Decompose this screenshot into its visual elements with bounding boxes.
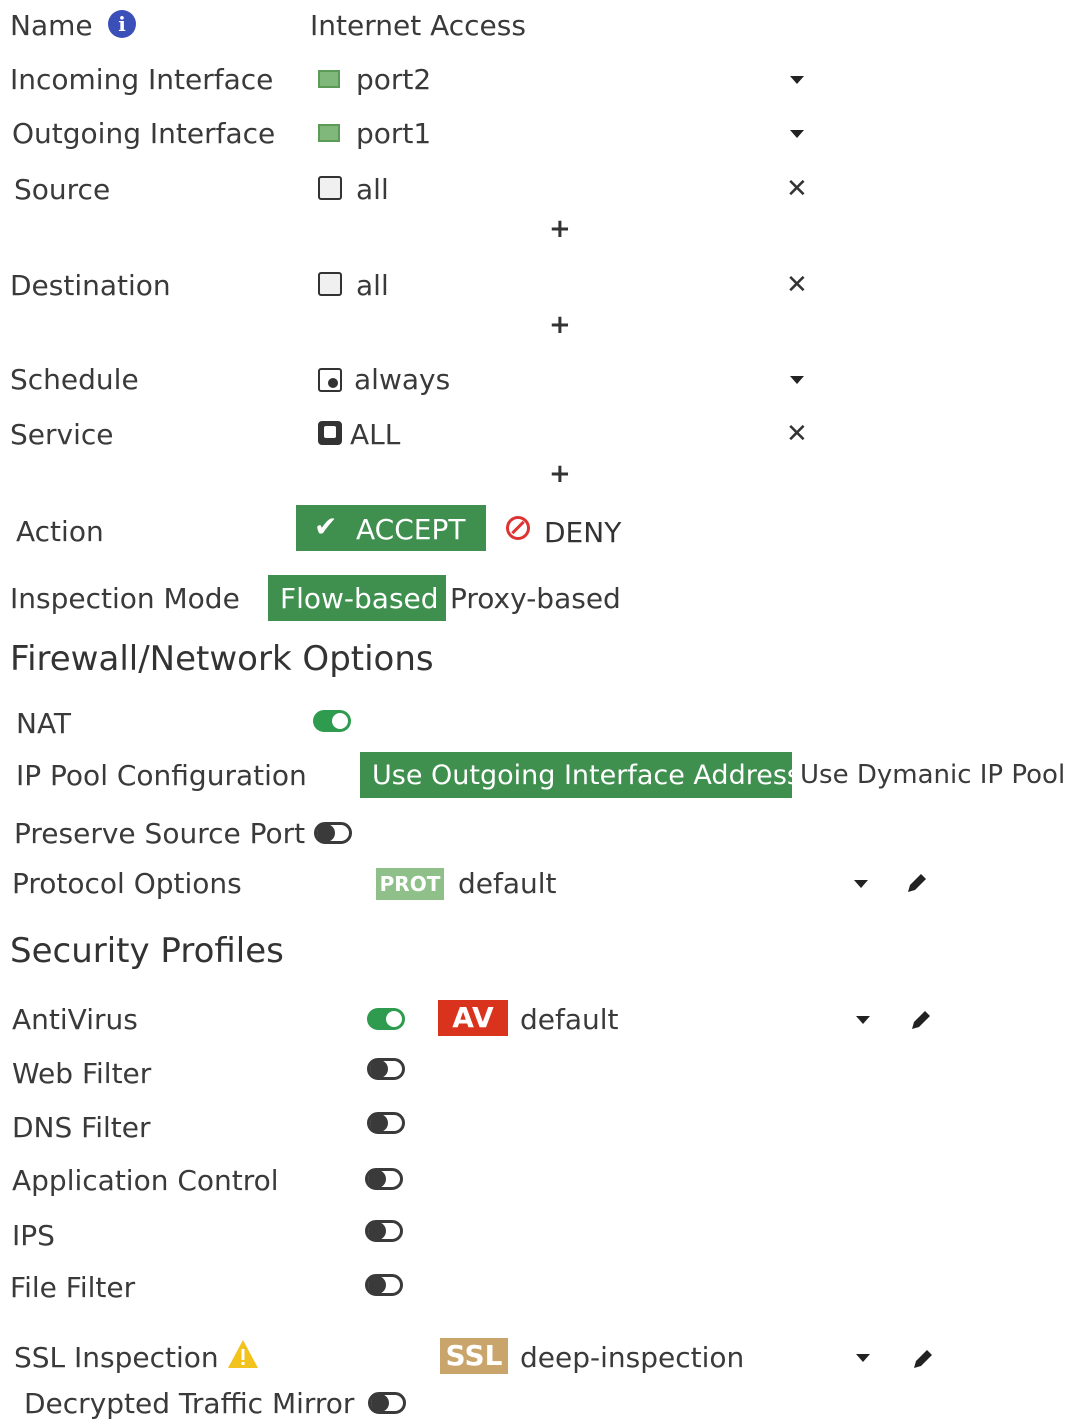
- av-badge: AV: [438, 1000, 508, 1036]
- ip-pool-configuration-label: IP Pool Configuration: [16, 759, 307, 792]
- chevron-down-icon[interactable]: [856, 1016, 870, 1024]
- schedule-label: Schedule: [10, 363, 139, 396]
- file-filter-toggle[interactable]: [365, 1274, 403, 1296]
- deny-label: DENY: [544, 516, 622, 549]
- flow-based-option[interactable]: Flow-based: [268, 575, 446, 621]
- edit-ssl-inspection-icon[interactable]: [910, 1346, 936, 1372]
- security-profiles-header: Security Profiles: [10, 931, 284, 971]
- schedule-select[interactable]: always: [310, 360, 820, 400]
- antivirus-profile-value: default: [520, 1003, 619, 1036]
- web-filter-label: Web Filter: [12, 1057, 152, 1090]
- deny-icon: [506, 516, 530, 540]
- outgoing-interface-select[interactable]: port1: [310, 114, 820, 154]
- source-value[interactable]: all: [356, 176, 389, 204]
- address-icon: [318, 176, 342, 200]
- preserve-source-port-toggle[interactable]: [314, 822, 352, 844]
- inspection-mode-label: Inspection Mode: [10, 582, 240, 615]
- ssl-inspection-value: deep-inspection: [520, 1341, 745, 1374]
- protocol-options-label: Protocol Options: [12, 867, 242, 900]
- decrypted-traffic-mirror-toggle[interactable]: [368, 1392, 406, 1414]
- info-icon[interactable]: i: [108, 10, 136, 38]
- chevron-down-icon[interactable]: [854, 880, 868, 888]
- deny-button[interactable]: DENY: [500, 505, 640, 551]
- add-destination-icon[interactable]: +: [549, 312, 571, 338]
- use-outgoing-interface-address-option[interactable]: Use Outgoing Interface Address: [360, 752, 801, 798]
- application-control-toggle[interactable]: [365, 1168, 403, 1190]
- nat-toggle[interactable]: [313, 710, 351, 732]
- accept-label: ACCEPT: [356, 513, 466, 546]
- schedule-value: always: [354, 363, 451, 396]
- ips-toggle[interactable]: [365, 1220, 403, 1242]
- outgoing-interface-label: Outgoing Interface: [12, 117, 276, 150]
- remove-destination-icon[interactable]: ✕: [786, 272, 808, 298]
- service-value[interactable]: ALL: [350, 421, 400, 449]
- edit-antivirus-icon[interactable]: [908, 1007, 934, 1033]
- preserve-source-port-label: Preserve Source Port: [14, 817, 306, 850]
- incoming-interface-label: Incoming Interface: [10, 63, 274, 96]
- name-label: Name: [10, 9, 93, 42]
- add-source-icon[interactable]: +: [549, 216, 571, 242]
- chevron-down-icon[interactable]: [790, 76, 804, 84]
- incoming-interface-select[interactable]: port2: [310, 60, 820, 100]
- ssl-badge: SSL: [440, 1338, 508, 1374]
- remove-service-icon[interactable]: ✕: [786, 421, 808, 447]
- destination-value[interactable]: all: [356, 272, 389, 300]
- antivirus-toggle[interactable]: [367, 1008, 405, 1030]
- protocol-options-select[interactable]: PROT default: [376, 862, 936, 906]
- warning-icon: [228, 1340, 258, 1368]
- check-icon: ✔: [314, 510, 338, 543]
- prot-badge: PROT: [376, 868, 444, 900]
- action-label: Action: [16, 515, 104, 548]
- chevron-down-icon[interactable]: [856, 1354, 870, 1362]
- nat-label: NAT: [16, 707, 72, 740]
- antivirus-label: AntiVirus: [12, 1003, 138, 1036]
- antivirus-profile-select[interactable]: AV default: [438, 998, 938, 1042]
- name-value[interactable]: Internet Access: [310, 12, 526, 40]
- decrypted-traffic-mirror-label: Decrypted Traffic Mirror: [24, 1387, 355, 1420]
- use-outgoing-interface-address-label: Use Outgoing Interface Address: [372, 760, 801, 791]
- ips-label: IPS: [12, 1219, 55, 1252]
- add-service-icon[interactable]: +: [549, 461, 571, 487]
- interface-icon: [318, 70, 340, 88]
- flow-based-label: Flow-based: [280, 582, 439, 615]
- application-control-label: Application Control: [12, 1164, 279, 1197]
- destination-label: Destination: [10, 269, 171, 302]
- chevron-down-icon[interactable]: [790, 130, 804, 138]
- firewall-network-options-header: Firewall/Network Options: [10, 639, 434, 679]
- dns-filter-label: DNS Filter: [12, 1111, 151, 1144]
- remove-source-icon[interactable]: ✕: [786, 176, 808, 202]
- use-dynamic-ip-pool-option[interactable]: Use Dymanic IP Pool: [800, 762, 1065, 788]
- interface-icon: [318, 124, 340, 142]
- edit-protocol-options-icon[interactable]: [904, 870, 930, 896]
- chevron-down-icon[interactable]: [790, 376, 804, 384]
- proxy-based-option[interactable]: Proxy-based: [450, 585, 621, 613]
- source-label: Source: [14, 173, 111, 206]
- dns-filter-toggle[interactable]: [367, 1112, 405, 1134]
- address-icon: [318, 272, 342, 296]
- web-filter-toggle[interactable]: [367, 1058, 405, 1080]
- calendar-icon: [318, 368, 342, 392]
- service-label: Service: [10, 418, 114, 451]
- service-icon: [318, 421, 342, 445]
- accept-button[interactable]: ✔ ACCEPT: [296, 505, 486, 551]
- incoming-interface-value: port2: [356, 63, 432, 96]
- ssl-inspection-select[interactable]: SSL deep-inspection: [440, 1336, 940, 1380]
- file-filter-label: File Filter: [10, 1271, 136, 1304]
- protocol-options-value: default: [458, 867, 557, 900]
- ssl-inspection-label: SSL Inspection: [14, 1341, 219, 1374]
- outgoing-interface-value: port1: [356, 117, 432, 150]
